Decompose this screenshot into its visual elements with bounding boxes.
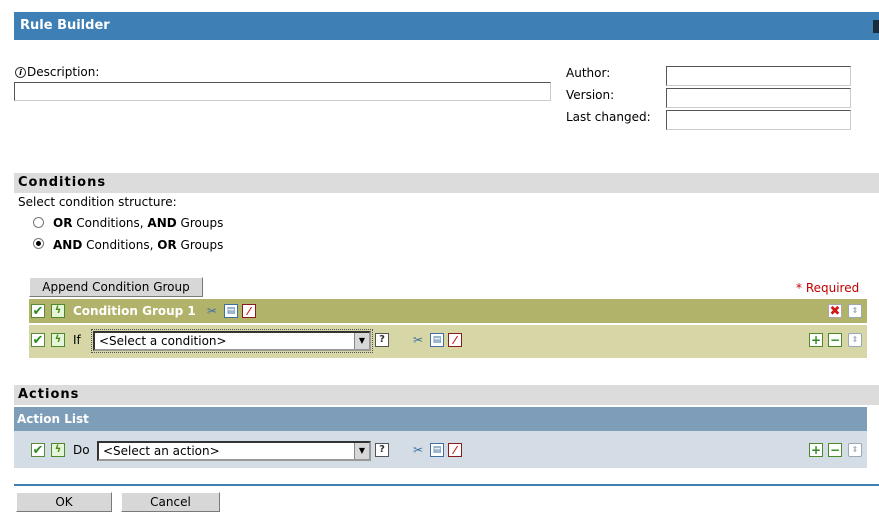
last-changed-input[interactable] [666, 110, 851, 130]
last-changed-label: Last changed: [566, 110, 651, 124]
action-select[interactable]: <Select an action> ▼ [97, 441, 371, 461]
author-label: Author: [566, 66, 611, 80]
remove-action-icon[interactable]: − [828, 443, 842, 457]
move-group-icon[interactable]: ⇕ [848, 304, 862, 318]
if-label: If [73, 333, 81, 347]
move-condition-icon[interactable]: ⇕ [848, 333, 862, 347]
condition-select-value: <Select a condition> [99, 334, 227, 348]
window-title: Rule Builder [20, 18, 110, 33]
action-select-value: <Select an action> [103, 444, 220, 458]
condition-group-title: Condition Group 1 [73, 304, 196, 318]
paste-icon[interactable]: ⁄ [242, 304, 256, 318]
enable-check-icon[interactable]: ✔ [31, 443, 45, 457]
author-input[interactable] [666, 66, 851, 86]
radio-and-conditions[interactable] [33, 238, 44, 249]
condition-select[interactable]: <Select a condition> ▼ [91, 329, 373, 353]
actions-header: Actions [14, 385, 879, 405]
help-icon[interactable]: ? [375, 333, 389, 347]
append-condition-group-button[interactable]: Append Condition Group [29, 277, 203, 297]
description-input[interactable] [14, 82, 551, 101]
move-action-icon[interactable]: ⇕ [848, 443, 862, 457]
add-action-icon[interactable]: + [809, 443, 823, 457]
toggle-icon[interactable]: ϟ [51, 443, 65, 457]
delete-group-icon[interactable]: ✖ [828, 304, 842, 318]
structure-prompt: Select condition structure: [18, 195, 177, 209]
copy-icon[interactable]: ▤ [224, 304, 238, 318]
version-label: Version: [566, 88, 615, 102]
copy-icon[interactable]: ▤ [430, 333, 444, 347]
radio-and-conditions-label: AND Conditions, OR Groups [53, 238, 224, 252]
radio-or-conditions-label: OR Conditions, AND Groups [53, 216, 224, 230]
cancel-button[interactable]: Cancel [121, 492, 220, 512]
help-icon[interactable]: ? [375, 443, 389, 457]
version-input[interactable] [666, 88, 851, 108]
action-list-header [14, 407, 867, 431]
description-label: Description: [27, 65, 100, 79]
cut-icon[interactable]: ✂ [411, 443, 425, 457]
cut-icon[interactable]: ✂ [411, 333, 425, 347]
action-list-title: Action List [17, 412, 89, 426]
title-bar: Rule Builder [14, 12, 879, 40]
toggle-icon[interactable]: ϟ [51, 304, 65, 318]
paste-icon[interactable]: ⁄ [448, 333, 462, 347]
enable-check-icon[interactable]: ✔ [31, 333, 45, 347]
chevron-down-icon[interactable]: ▼ [354, 443, 369, 459]
radio-or-conditions[interactable] [33, 217, 44, 228]
info-icon: i [15, 67, 26, 78]
enable-check-icon[interactable]: ✔ [31, 304, 45, 318]
ok-button[interactable]: OK [16, 492, 112, 512]
paste-icon[interactable]: ⁄ [448, 443, 462, 457]
required-note: * Required [796, 281, 860, 295]
conditions-header: Conditions [14, 173, 879, 193]
window-corner-icon [873, 20, 879, 33]
remove-condition-icon[interactable]: − [828, 333, 842, 347]
add-condition-icon[interactable]: + [809, 333, 823, 347]
footer-divider [14, 484, 879, 486]
copy-icon[interactable]: ▤ [430, 443, 444, 457]
chevron-down-icon[interactable]: ▼ [354, 333, 369, 349]
do-label: Do [73, 443, 90, 457]
toggle-icon[interactable]: ϟ [51, 333, 65, 347]
cut-icon[interactable]: ✂ [205, 304, 219, 318]
